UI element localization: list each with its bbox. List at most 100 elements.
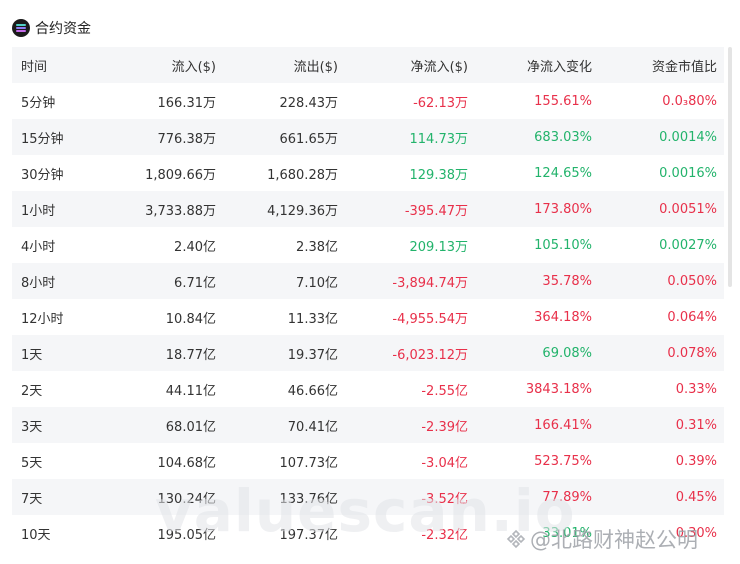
row-period: 1天 (21, 347, 43, 363)
col-header-netflow-change: 净流入变化 (526, 59, 592, 75)
row-mcap-ratio: 0.0027% (659, 237, 717, 253)
row-inflow: 6.71亿 (174, 275, 216, 291)
col-header-outflow: 流出($) (293, 59, 338, 75)
table-body: 5分钟 166.31万 228.43万 -62.13万 155.61% 0.0₃80% 15… (12, 83, 724, 551)
row-mcap-ratio: 0.33% (675, 381, 717, 397)
watermark-author-text: @北路财神赵公明 (530, 528, 698, 552)
row-mcap-ratio: 0.31% (675, 417, 717, 433)
row-netflow: -395.47万 (404, 203, 468, 219)
row-period: 12小时 (21, 311, 64, 327)
col-header-time: 时间 (21, 59, 48, 75)
row-netflow-change: 683.03% (534, 129, 592, 145)
row-netflow-change: 155.61% (534, 93, 592, 109)
fund-flow-table: 时间 流入($) 流出($) 净流入($) 净流入变化 资金市值比 5分钟 166… (12, 47, 724, 551)
col-header-inflow: 流入($) (171, 59, 216, 75)
row-period: 5分钟 (21, 95, 56, 111)
row-netflow-change: 364.18% (534, 309, 592, 325)
row-netflow-change: 124.65% (534, 165, 592, 181)
row-outflow: 2.38亿 (296, 239, 338, 255)
row-inflow: 195.05亿 (157, 527, 217, 543)
row-netflow: 114.73万 (409, 131, 469, 147)
row-inflow: 1,809.66万 (145, 167, 216, 183)
row-netflow-change: 523.75% (534, 453, 592, 469)
binance-square-icon (506, 529, 526, 549)
section-header: 合约资金 (12, 17, 91, 39)
row-netflow-change: 173.80% (534, 201, 592, 217)
row-outflow: 70.41亿 (287, 419, 338, 435)
section-title: 合约资金 (35, 21, 91, 37)
row-netflow: 129.38万 (409, 167, 469, 183)
col-header-mcap-ratio: 资金市值比 (651, 59, 717, 75)
row-period: 2天 (21, 383, 43, 399)
col-header-netflow: 净流入($) (410, 59, 468, 75)
table-row: 1小时 3,733.88万 4,129.36万 -395.47万 173.80% 0.00… (12, 191, 724, 227)
row-inflow: 18.77亿 (165, 347, 216, 363)
row-mcap-ratio: 0.45% (675, 489, 717, 505)
table-row: 1天 18.77亿 19.37亿 -6,023.12万 69.08% 0.078% (12, 335, 724, 371)
row-inflow: 776.38万 (157, 131, 217, 147)
table-row: 5天 104.68亿 107.73亿 -3.04亿 523.75% 0.39% (12, 443, 724, 479)
row-period: 10天 (21, 527, 51, 543)
row-inflow: 44.11亿 (165, 383, 216, 399)
row-netflow: 209.13万 (409, 239, 469, 255)
row-netflow: -2.55亿 (421, 383, 468, 399)
row-outflow: 7.10亿 (296, 275, 338, 291)
table-row: 7天 130.24亿 133.76亿 -3.52亿 77.89% 0.45% (12, 479, 724, 515)
row-outflow: 661.65万 (279, 131, 339, 147)
table-row: 3天 68.01亿 70.41亿 -2.39亿 166.41% 0.31% (12, 407, 724, 443)
row-mcap-ratio: 0.078% (667, 345, 717, 361)
row-mcap-ratio: 0.0016% (659, 165, 717, 181)
row-netflow: -2.32亿 (421, 527, 468, 543)
row-outflow: 107.73亿 (279, 455, 339, 471)
table-row: 8小时 6.71亿 7.10亿 -3,894.74万 35.78% 0.050% (12, 263, 724, 299)
table-row: 4小时 2.40亿 2.38亿 209.13万 105.10% 0.0027% (12, 227, 724, 263)
row-inflow: 130.24亿 (157, 491, 217, 507)
row-outflow: 133.76亿 (279, 491, 339, 507)
row-netflow-change: 69.08% (542, 345, 592, 361)
row-inflow: 68.01亿 (165, 419, 216, 435)
table-row: 5分钟 166.31万 228.43万 -62.13万 155.61% 0.0₃80% (12, 83, 724, 119)
row-outflow: 11.33亿 (287, 311, 338, 327)
row-netflow-change: 77.89% (542, 489, 592, 505)
row-inflow: 10.84亿 (165, 311, 216, 327)
row-period: 15分钟 (21, 131, 64, 147)
row-netflow-change: 3843.18% (525, 381, 592, 397)
table-row: 30分钟 1,809.66万 1,680.28万 129.38万 124.65% 0.00… (12, 155, 724, 191)
table-header-row: 时间 流入($) 流出($) 净流入($) 净流入变化 资金市值比 (12, 47, 724, 83)
row-period: 4小时 (21, 239, 56, 255)
row-period: 1小时 (21, 203, 56, 219)
watermark-author: @北路财神赵公明 (506, 524, 698, 554)
table-row: 12小时 10.84亿 11.33亿 -4,955.54万 364.18% 0.064% (12, 299, 724, 335)
table-row: 15分钟 776.38万 661.65万 114.73万 683.03% 0.0014% (12, 119, 724, 155)
row-period: 5天 (21, 455, 43, 471)
row-outflow: 46.66亿 (287, 383, 338, 399)
row-outflow: 1,680.28万 (267, 167, 338, 183)
row-netflow: -6,023.12万 (392, 347, 468, 363)
row-mcap-ratio: 0.064% (667, 309, 717, 325)
row-netflow-change: 166.41% (534, 417, 592, 433)
table-row: 2天 44.11亿 46.66亿 -2.55亿 3843.18% 0.33% (12, 371, 724, 407)
row-mcap-ratio: 0.0051% (659, 201, 717, 217)
row-inflow: 166.31万 (157, 95, 217, 111)
scrollbar[interactable] (728, 47, 732, 287)
row-period: 30分钟 (21, 167, 64, 183)
row-netflow: -3.52亿 (421, 491, 468, 507)
row-inflow: 104.68亿 (157, 455, 217, 471)
row-netflow-change: 105.10% (534, 237, 592, 253)
row-netflow: -3.04亿 (421, 455, 468, 471)
row-outflow: 197.37亿 (279, 527, 339, 543)
row-period: 8小时 (21, 275, 56, 291)
row-mcap-ratio: 0.0₃80% (662, 93, 717, 109)
row-netflow: -62.13万 (413, 95, 468, 111)
row-mcap-ratio: 0.0014% (659, 129, 717, 145)
row-outflow: 4,129.36万 (267, 203, 338, 219)
row-outflow: 19.37亿 (287, 347, 338, 363)
row-period: 7天 (21, 491, 43, 507)
row-period: 3天 (21, 419, 43, 435)
row-netflow: -4,955.54万 (392, 311, 468, 327)
row-inflow: 3,733.88万 (145, 203, 216, 219)
row-netflow: -2.39亿 (421, 419, 468, 435)
row-outflow: 228.43万 (279, 95, 339, 111)
row-mcap-ratio: 0.39% (675, 453, 717, 469)
row-netflow: -3,894.74万 (392, 275, 468, 291)
